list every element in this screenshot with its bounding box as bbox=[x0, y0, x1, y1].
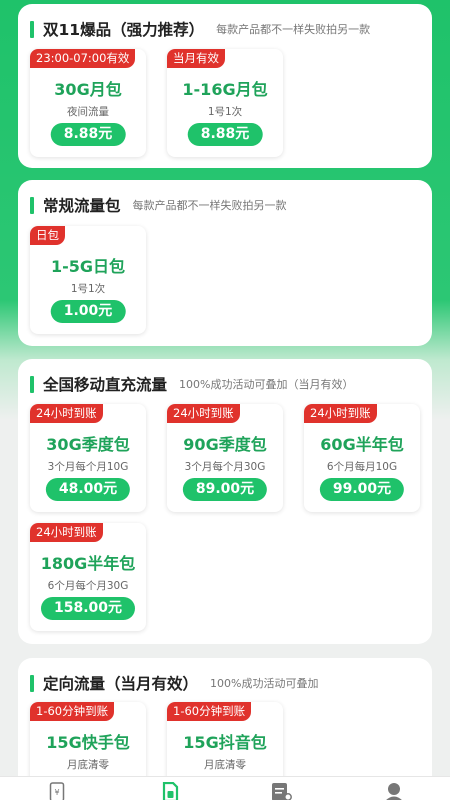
tab-recharge[interactable]: ¥ bbox=[44, 782, 70, 800]
product-desc: 6个月每个月30G bbox=[47, 580, 129, 592]
product-badge: 1-60分钟到账 bbox=[167, 702, 252, 721]
product-desc: 3个月每个月10G bbox=[47, 461, 129, 473]
product-title: 15G快手包 bbox=[46, 733, 130, 752]
product-title: 90G季度包 bbox=[183, 435, 267, 454]
orders-icon bbox=[272, 783, 292, 800]
section-hot-items: 双11爆品（强力推荐） 每款产品都不一样失败拍另一款 23:00-07:00有效… bbox=[18, 4, 432, 168]
product-title: 60G半年包 bbox=[320, 435, 404, 454]
section-subtitle: 每款产品都不一样失败拍另一款 bbox=[132, 199, 287, 212]
product-title: 15G抖音包 bbox=[183, 733, 267, 752]
product-card[interactable]: 24小时到账 90G季度包 3个月每个月30G 89.00元 bbox=[167, 404, 283, 512]
price-button[interactable]: 8.88元 bbox=[187, 123, 263, 146]
tab-profile[interactable] bbox=[381, 782, 407, 800]
profile-icon bbox=[386, 783, 402, 800]
product-desc: 夜间流量 bbox=[67, 106, 109, 118]
section-header: 常规流量包 每款产品都不一样失败拍另一款 bbox=[30, 194, 287, 216]
section-accent-bar bbox=[30, 196, 34, 214]
phone-recharge-icon: ¥ bbox=[49, 782, 65, 800]
product-desc: 月底清零 bbox=[204, 759, 246, 771]
product-badge: 24小时到账 bbox=[30, 404, 103, 423]
product-card[interactable]: 23:00-07:00有效 30G月包 夜间流量 8.88元 bbox=[30, 49, 146, 157]
price-button[interactable]: 89.00元 bbox=[182, 478, 268, 501]
product-desc: 6个月每月10G bbox=[326, 461, 398, 473]
product-title: 1-16G月包 bbox=[182, 80, 268, 99]
product-badge: 24小时到账 bbox=[30, 523, 103, 542]
section-header: 双11爆品（强力推荐） 每款产品都不一样失败拍另一款 bbox=[30, 18, 370, 40]
product-badge: 24小时到账 bbox=[167, 404, 240, 423]
section-direct-recharge: 全国移动直充流量 100%成功活动可叠加（当月有效） 24小时到账 30G季度包… bbox=[18, 359, 432, 644]
product-title: 30G月包 bbox=[54, 80, 122, 99]
product-card[interactable]: 24小时到账 30G季度包 3个月每个月10G 48.00元 bbox=[30, 404, 146, 512]
section-title: 定向流量（当月有效） bbox=[43, 675, 199, 693]
section-regular-data: 常规流量包 每款产品都不一样失败拍另一款 日包 1-5G日包 1号1次 1.00… bbox=[18, 180, 432, 346]
product-badge: 当月有效 bbox=[167, 49, 225, 68]
product-title: 1-5G日包 bbox=[50, 257, 126, 276]
price-button[interactable]: 48.00元 bbox=[45, 478, 131, 501]
section-subtitle: 每款产品都不一样失败拍另一款 bbox=[216, 23, 371, 36]
bottom-tab-bar: ¥ bbox=[0, 776, 450, 800]
product-card[interactable]: 24小时到账 180G半年包 6个月每个月30G 158.00元 bbox=[30, 523, 146, 631]
product-card[interactable]: 24小时到账 60G半年包 6个月每月10G 99.00元 bbox=[304, 404, 420, 512]
svg-text:¥: ¥ bbox=[54, 788, 59, 797]
price-button[interactable]: 99.00元 bbox=[319, 478, 405, 501]
section-accent-bar bbox=[30, 375, 34, 393]
tab-data[interactable] bbox=[157, 782, 183, 800]
section-subtitle: 100%成功活动可叠加（当月有效） bbox=[179, 378, 354, 391]
product-badge: 23:00-07:00有效 bbox=[30, 49, 136, 68]
price-button[interactable]: 158.00元 bbox=[40, 597, 136, 620]
section-title: 双11爆品（强力推荐） bbox=[43, 21, 205, 39]
product-badge: 日包 bbox=[30, 226, 65, 245]
sim-card-icon bbox=[162, 782, 179, 800]
section-header: 全国移动直充流量 100%成功活动可叠加（当月有效） bbox=[30, 373, 353, 395]
section-subtitle: 100%成功活动可叠加 bbox=[210, 677, 319, 690]
section-accent-bar bbox=[30, 674, 34, 692]
section-accent-bar bbox=[30, 20, 34, 38]
product-badge: 24小时到账 bbox=[304, 404, 377, 423]
product-title: 180G半年包 bbox=[40, 554, 136, 573]
product-desc: 1号1次 bbox=[70, 283, 106, 295]
product-badge: 1-60分钟到账 bbox=[30, 702, 115, 721]
product-desc: 月底清零 bbox=[67, 759, 109, 771]
tab-orders[interactable] bbox=[268, 782, 294, 800]
price-button[interactable]: 1.00元 bbox=[50, 300, 126, 323]
section-header: 定向流量（当月有效） 100%成功活动可叠加 bbox=[30, 672, 318, 694]
product-title: 30G季度包 bbox=[46, 435, 130, 454]
product-card[interactable]: 当月有效 1-16G月包 1号1次 8.88元 bbox=[167, 49, 283, 157]
product-desc: 1号1次 bbox=[207, 106, 243, 118]
section-title: 全国移动直充流量 bbox=[43, 376, 168, 394]
section-title: 常规流量包 bbox=[43, 197, 121, 215]
price-button[interactable]: 8.88元 bbox=[50, 123, 126, 146]
product-desc: 3个月每个月30G bbox=[184, 461, 266, 473]
product-card[interactable]: 日包 1-5G日包 1号1次 1.00元 bbox=[30, 226, 146, 334]
